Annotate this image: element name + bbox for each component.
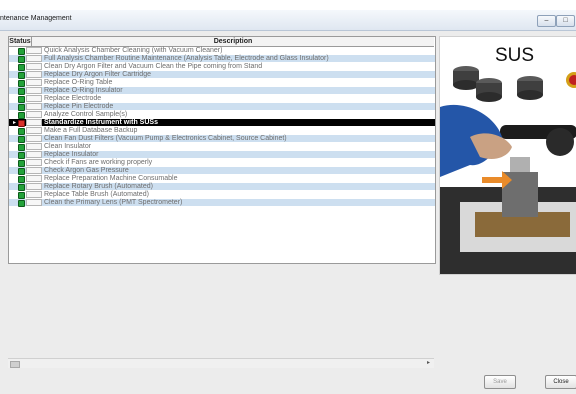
table-row[interactable]: Analyze Control Sample(s) <box>9 111 435 119</box>
row-description: Replace O-Ring Table <box>44 79 113 86</box>
row-description: Full Analysis Chamber Routine Maintenanc… <box>44 55 329 62</box>
status-cell[interactable] <box>26 167 42 174</box>
green-status-icon[interactable] <box>18 184 25 191</box>
table-row[interactable]: Replace O-Ring Insulator <box>9 87 435 95</box>
status-cell[interactable] <box>26 119 42 126</box>
row-description: Replace Table Brush (Automated) <box>44 191 149 198</box>
current-row-arrow-icon: ▸ <box>13 120 17 126</box>
table-row[interactable]: Check Argon Gas Pressure <box>9 167 435 175</box>
minimize-icon: – <box>544 17 549 24</box>
maximize-button[interactable]: □ <box>556 15 575 27</box>
status-cell[interactable] <box>26 47 42 54</box>
column-header-description[interactable]: Description <box>32 37 434 47</box>
green-status-icon[interactable] <box>18 88 25 95</box>
status-cell[interactable] <box>26 175 42 182</box>
table-row[interactable]: Clean Fan Dust Filters (Vacuum Pump & El… <box>9 135 435 143</box>
table-row[interactable]: ▸ Standardize Instrument with SUSs <box>9 119 435 127</box>
table-row[interactable]: Check if Fans are working properly <box>9 159 435 167</box>
instrument-image-panel: SUS <box>439 36 576 275</box>
table-row[interactable]: Replace Dry Argon Filter Cartridge <box>9 71 435 79</box>
green-status-icon[interactable] <box>18 56 25 63</box>
maintenance-grid: Status Description Quick Analysis Chambe… <box>8 36 436 264</box>
column-header-status[interactable]: Status <box>9 37 32 47</box>
row-description: Check if Fans are working properly <box>44 159 153 166</box>
row-description: Clean Insulator <box>44 143 92 150</box>
status-cell[interactable] <box>26 191 42 198</box>
green-status-icon[interactable] <box>18 168 25 175</box>
row-description: Clean Fan Dust Filters (Vacuum Pump & El… <box>44 135 287 142</box>
row-description: Replace Rotary Brush (Automated) <box>44 183 153 190</box>
green-status-icon[interactable] <box>18 72 25 79</box>
row-description: Replace Dry Argon Filter Cartridge <box>44 71 151 78</box>
green-status-icon[interactable] <box>18 152 25 159</box>
status-cell[interactable] <box>26 87 42 94</box>
row-description: Analyze Control Sample(s) <box>44 111 128 118</box>
table-row[interactable]: Full Analysis Chamber Routine Maintenanc… <box>9 55 435 63</box>
table-row[interactable]: Clean Insulator <box>9 143 435 151</box>
status-cell[interactable] <box>26 127 42 134</box>
row-description: Standardize Instrument with SUSs <box>44 119 158 126</box>
row-description: Replace O-Ring Insulator <box>44 87 123 94</box>
row-description: Quick Analysis Chamber Cleaning (with Va… <box>44 47 223 54</box>
row-description: Make a Full Database Backup <box>44 127 138 134</box>
status-cell[interactable] <box>26 135 42 142</box>
minimize-button[interactable]: – <box>537 15 556 27</box>
table-row[interactable]: Replace Electrode <box>9 95 435 103</box>
status-cell[interactable] <box>26 71 42 78</box>
row-description: Replace Pin Electrode <box>44 103 114 110</box>
row-description: Replace Preparation Machine Consumable <box>44 175 178 182</box>
table-row[interactable]: Clean the Primary Lens (PMT Spectrometer… <box>9 199 435 207</box>
status-cell[interactable] <box>26 111 42 118</box>
table-row[interactable]: Replace Pin Electrode <box>9 103 435 111</box>
status-cell[interactable] <box>26 143 42 150</box>
close-button[interactable]: Close <box>545 375 576 389</box>
green-status-icon[interactable] <box>18 104 25 111</box>
green-status-icon[interactable] <box>18 200 25 207</box>
green-status-icon[interactable] <box>18 64 25 71</box>
status-cell[interactable] <box>26 95 42 102</box>
green-status-icon[interactable] <box>18 176 25 183</box>
row-description: Replace Electrode <box>44 95 102 102</box>
status-cell[interactable] <box>26 199 42 206</box>
scroll-right-arrow-icon[interactable]: ▸ <box>427 359 430 368</box>
green-status-icon[interactable] <box>18 136 25 143</box>
green-status-icon[interactable] <box>18 80 25 87</box>
green-status-icon[interactable] <box>18 128 25 135</box>
table-row[interactable]: Make a Full Database Backup <box>9 127 435 135</box>
table-row[interactable]: Replace O-Ring Table <box>9 79 435 87</box>
row-description: Clean Dry Argon Filter and Vacuum Clean … <box>44 63 263 70</box>
status-cell[interactable] <box>26 159 42 166</box>
table-row[interactable]: Replace Rotary Brush (Automated) <box>9 183 435 191</box>
green-status-icon[interactable] <box>18 96 25 103</box>
status-cell[interactable] <box>26 103 42 110</box>
maximize-icon: □ <box>563 17 568 24</box>
table-row[interactable]: Replace Insulator <box>9 151 435 159</box>
green-status-icon[interactable] <box>18 48 25 55</box>
window-title: ntenance Management <box>0 15 72 22</box>
green-status-icon[interactable] <box>18 144 25 151</box>
row-description: Replace Insulator <box>44 151 99 158</box>
table-row[interactable]: Replace Table Brush (Automated) <box>9 191 435 199</box>
status-cell[interactable] <box>26 55 42 62</box>
image-label: SUS <box>495 45 535 66</box>
row-description: Check Argon Gas Pressure <box>44 167 129 174</box>
green-status-icon[interactable] <box>18 160 25 167</box>
status-cell[interactable] <box>26 183 42 190</box>
red-status-icon[interactable] <box>18 120 25 127</box>
table-row[interactable]: Quick Analysis Chamber Cleaning (with Va… <box>9 47 435 55</box>
horizontal-scrollbar[interactable]: ▸ <box>8 358 434 368</box>
scrollbar-thumb[interactable] <box>10 361 20 368</box>
title-bar: ntenance Management – □ <box>0 10 576 31</box>
save-button[interactable]: Save <box>484 375 516 389</box>
green-status-icon[interactable] <box>18 112 25 119</box>
table-row[interactable]: Replace Preparation Machine Consumable <box>9 175 435 183</box>
table-row[interactable]: Clean Dry Argon Filter and Vacuum Clean … <box>9 63 435 71</box>
row-description: Clean the Primary Lens (PMT Spectrometer… <box>44 199 183 206</box>
green-status-icon[interactable] <box>18 192 25 199</box>
status-cell[interactable] <box>26 79 42 86</box>
instrument-illustration <box>440 37 576 274</box>
status-cell[interactable] <box>26 63 42 70</box>
status-cell[interactable] <box>26 151 42 158</box>
